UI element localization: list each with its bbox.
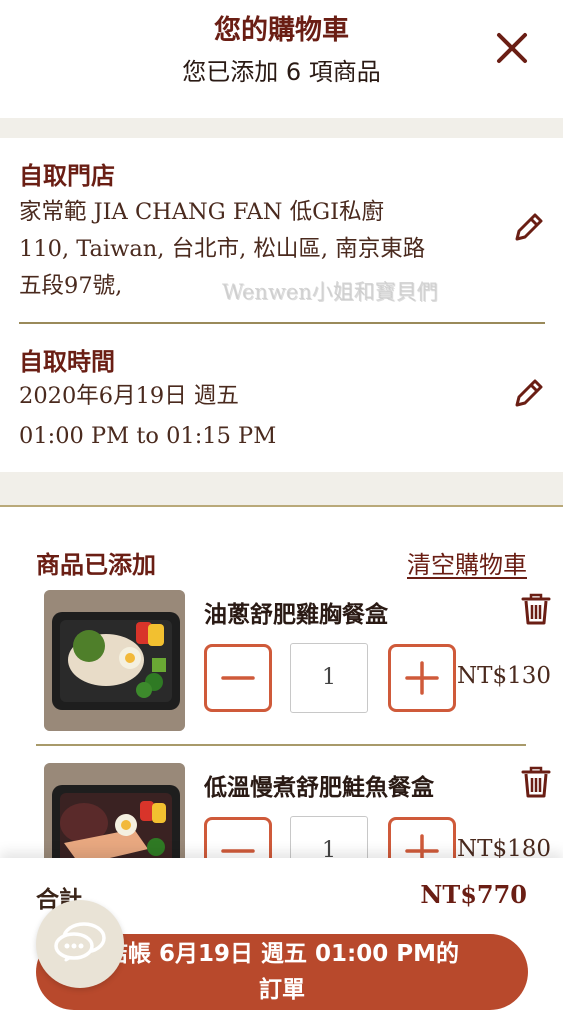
chat-bubbles-icon xyxy=(54,922,106,962)
edit-time-button[interactable] xyxy=(512,376,546,410)
separator-band xyxy=(0,472,563,505)
pickup-time-label: 自取時間 xyxy=(19,348,115,376)
section-divider xyxy=(19,322,545,324)
watermark: Wenwen小姐和寶貝們 xyxy=(222,280,438,304)
decrease-qty-button[interactable] xyxy=(204,644,272,712)
product-name: 低溫慢煮舒肥鮭魚餐盒 xyxy=(204,775,434,801)
pencil-icon xyxy=(515,213,543,241)
pickup-time-range: 01:00 PM to 01:15 PM xyxy=(19,423,277,449)
minus-icon xyxy=(221,676,255,680)
separator-band xyxy=(0,118,563,138)
pickup-date: 2020年6月19日 週五 xyxy=(19,383,239,409)
item-count-text: 您已添加 6 項商品 xyxy=(182,58,381,86)
increase-qty-button[interactable] xyxy=(388,644,456,712)
store-address-line: 五段97號, xyxy=(19,273,123,299)
page-title: 您的購物車 xyxy=(214,15,349,46)
pencil-icon xyxy=(515,379,543,407)
item-divider xyxy=(36,744,526,746)
delete-item-button[interactable] xyxy=(521,592,551,626)
product-image xyxy=(44,590,185,731)
delete-item-button[interactable] xyxy=(521,765,551,799)
trash-icon xyxy=(521,593,551,625)
cart-header: 您的購物車 您已添加 6 項商品 xyxy=(0,0,563,118)
item-price: NT$130 xyxy=(457,663,551,689)
close-button[interactable] xyxy=(490,26,534,70)
plus-icon xyxy=(405,661,439,695)
pickup-store-label: 自取門店 xyxy=(19,162,115,190)
edit-store-button[interactable] xyxy=(512,210,546,244)
store-address-line: 110, Taiwan, 台北市, 松山區, 南京東路 xyxy=(19,236,426,262)
chat-button[interactable] xyxy=(36,900,124,988)
store-name: 家常範 JIA CHANG FAN 低GI私廚 xyxy=(19,199,384,225)
quantity-field[interactable]: 1 xyxy=(290,643,368,713)
trash-icon xyxy=(521,766,551,798)
close-icon xyxy=(497,33,527,63)
clear-cart-link[interactable]: 清空購物車 xyxy=(407,545,527,580)
total-value: NT$770 xyxy=(420,880,527,909)
items-title: 商品已添加 xyxy=(36,551,156,579)
product-name: 油蔥舒肥雞胸餐盒 xyxy=(204,602,388,628)
